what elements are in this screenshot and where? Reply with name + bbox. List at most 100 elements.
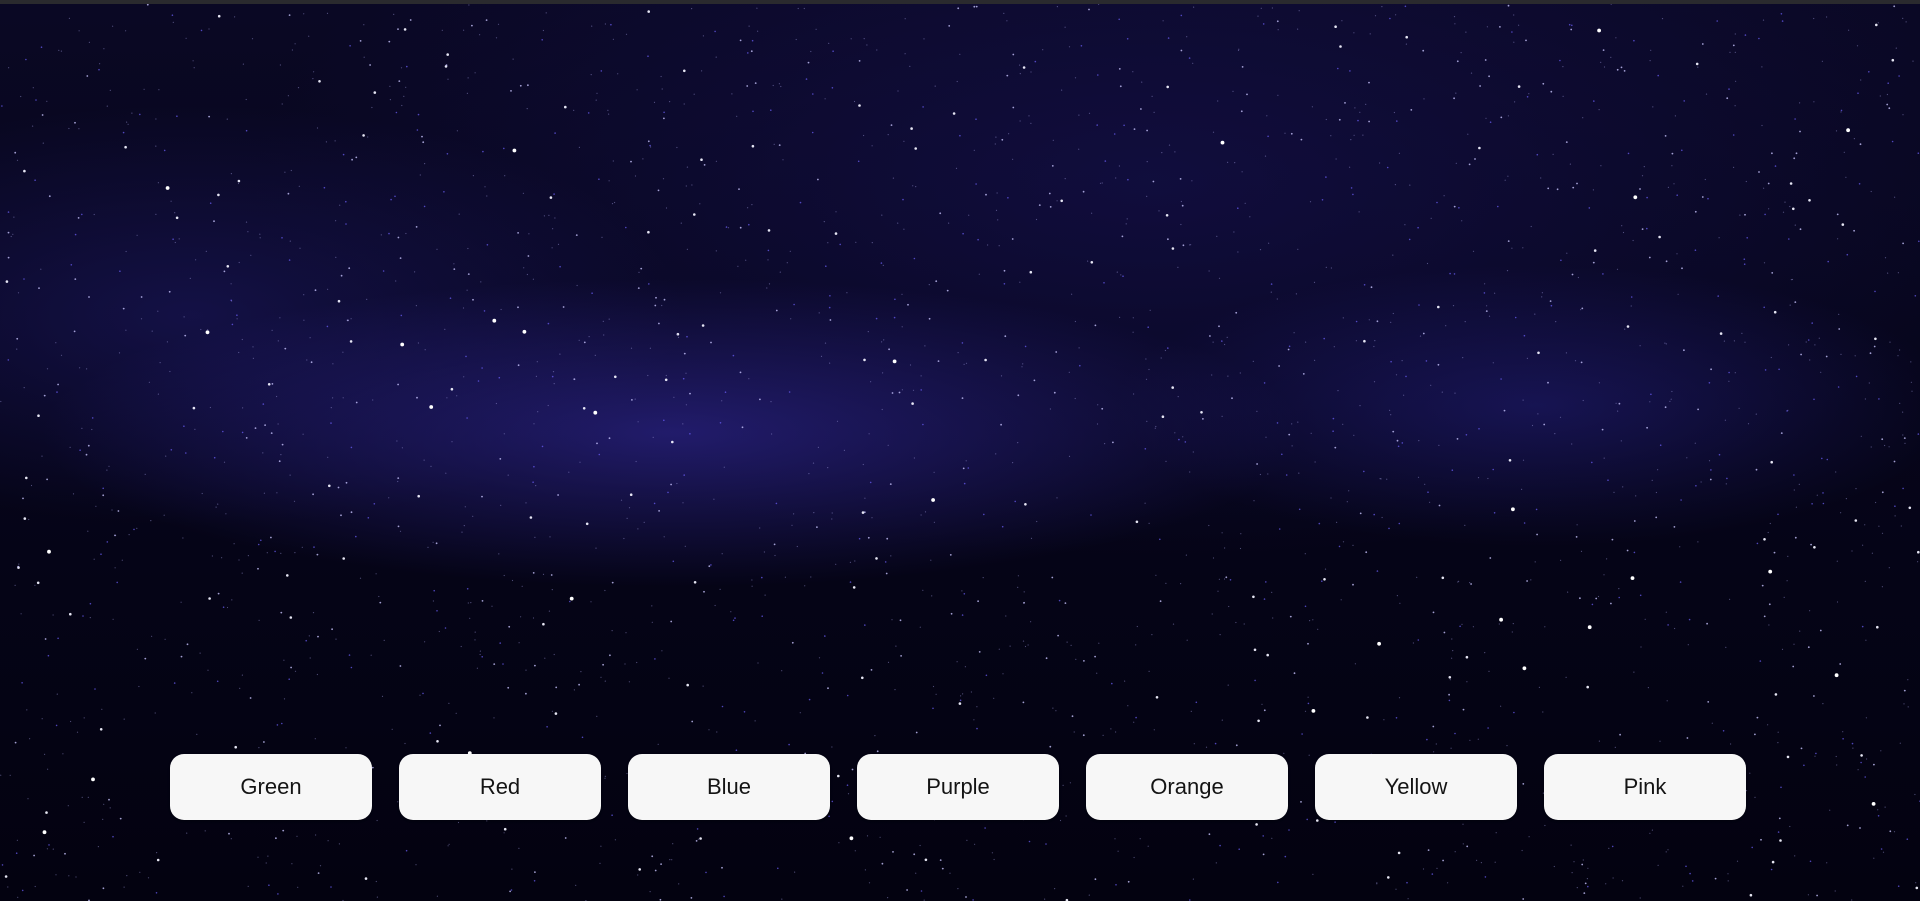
star <box>724 391 727 394</box>
star <box>444 627 447 629</box>
star <box>226 606 229 609</box>
star <box>1836 560 1838 562</box>
star <box>397 480 399 483</box>
star <box>963 593 966 595</box>
star <box>781 670 783 672</box>
star <box>1707 701 1710 703</box>
star <box>1141 81 1143 83</box>
star <box>1780 786 1782 789</box>
star <box>1418 304 1420 306</box>
star <box>1813 101 1815 103</box>
star <box>1185 554 1187 556</box>
star <box>1458 207 1460 209</box>
star <box>751 585 753 587</box>
star <box>456 395 458 397</box>
green-button[interactable]: Green <box>170 754 372 820</box>
star <box>1877 815 1880 817</box>
star <box>522 192 525 194</box>
star <box>1789 304 1791 306</box>
star <box>254 427 257 429</box>
star <box>1856 45 1859 47</box>
star <box>821 672 824 674</box>
star <box>271 383 274 385</box>
star <box>884 561 887 563</box>
star <box>1189 244 1191 246</box>
star <box>1734 51 1736 54</box>
star <box>471 24 473 27</box>
star <box>1392 312 1394 315</box>
star <box>554 712 558 715</box>
star <box>654 304 657 307</box>
star <box>1472 250 1475 252</box>
star <box>1190 244 1192 246</box>
star <box>226 265 230 268</box>
star <box>1837 386 1840 388</box>
star <box>367 136 369 138</box>
star <box>1770 460 1773 464</box>
star <box>1630 305 1632 307</box>
purple-button[interactable]: Purple <box>857 754 1059 820</box>
star <box>1571 273 1574 276</box>
star <box>376 896 378 898</box>
star <box>1917 433 1920 435</box>
star <box>170 449 173 451</box>
star <box>1228 605 1230 608</box>
star <box>721 705 724 708</box>
star <box>1881 438 1884 441</box>
blue-button[interactable]: Blue <box>628 754 830 820</box>
orange-button[interactable]: Orange <box>1086 754 1288 820</box>
star <box>682 423 684 425</box>
star <box>1334 446 1337 449</box>
star <box>1601 428 1604 431</box>
star <box>941 867 944 870</box>
star <box>1462 357 1464 359</box>
star <box>7 211 10 213</box>
star <box>1914 295 1917 297</box>
star <box>1665 260 1668 263</box>
star <box>1534 561 1536 563</box>
star <box>1295 293 1297 295</box>
star <box>97 846 99 848</box>
star <box>754 82 757 84</box>
star <box>1277 29 1279 31</box>
star <box>604 23 607 25</box>
red-button[interactable]: Red <box>399 754 601 820</box>
star <box>498 376 501 379</box>
star <box>701 324 705 327</box>
star <box>1897 355 1899 357</box>
pink-button[interactable]: Pink <box>1544 754 1746 820</box>
star <box>745 259 747 261</box>
star <box>774 554 776 557</box>
star <box>1019 281 1021 283</box>
star <box>892 359 897 364</box>
star <box>983 513 985 516</box>
star <box>14 151 17 154</box>
star <box>930 559 932 561</box>
star <box>1309 201 1312 203</box>
star <box>355 401 358 404</box>
star <box>838 842 840 844</box>
star <box>1754 733 1756 736</box>
star <box>389 99 391 101</box>
star <box>1388 527 1390 530</box>
star <box>1611 845 1614 848</box>
star <box>323 186 326 189</box>
star <box>282 829 285 832</box>
star <box>1542 711 1544 713</box>
star <box>1104 443 1106 445</box>
star <box>770 109 772 111</box>
star <box>446 397 448 399</box>
star <box>1595 597 1598 600</box>
star <box>1184 441 1187 443</box>
star <box>1617 410 1619 412</box>
star <box>1875 23 1878 27</box>
star <box>761 576 763 579</box>
yellow-button[interactable]: Yellow <box>1315 754 1517 820</box>
star <box>1842 738 1844 740</box>
star <box>1357 119 1359 122</box>
star <box>1566 252 1568 254</box>
star <box>1717 295 1719 297</box>
star <box>1166 85 1169 89</box>
star <box>1773 310 1777 314</box>
star <box>892 177 895 179</box>
